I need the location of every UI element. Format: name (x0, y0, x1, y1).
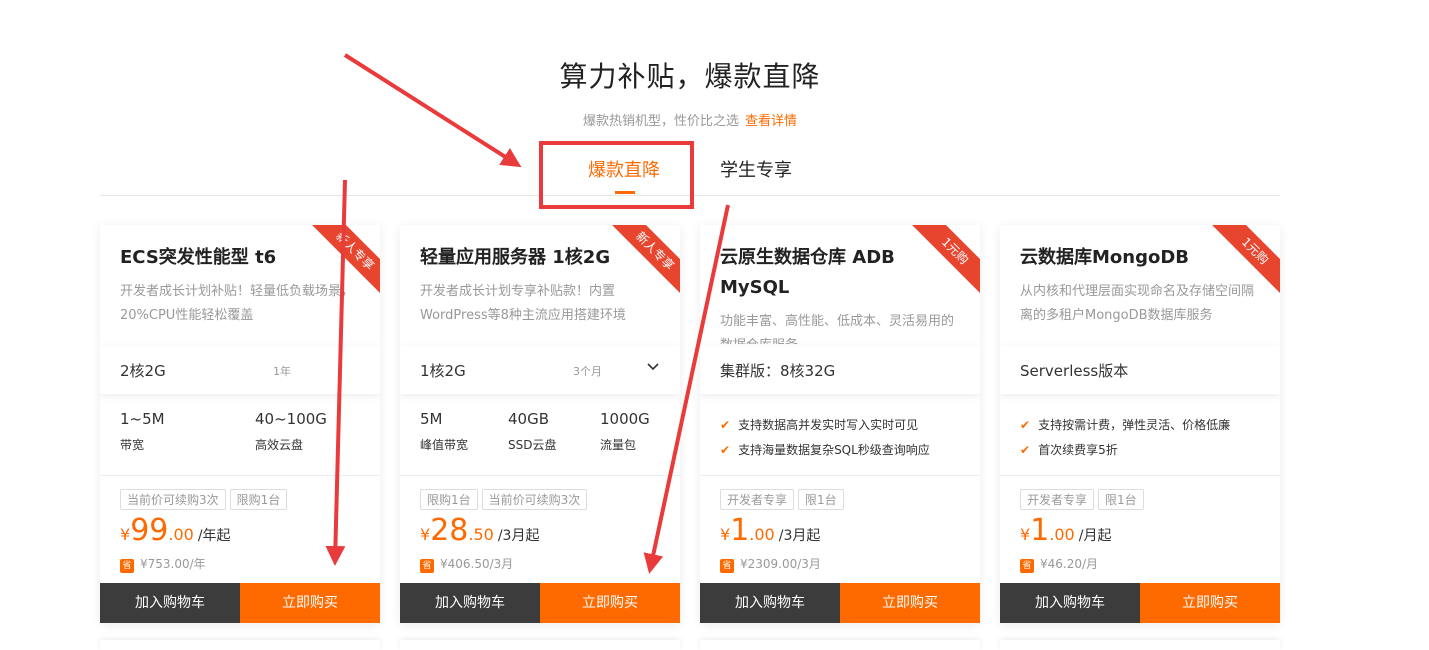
feature-bandwidth: 1~5M 带宽 (120, 410, 165, 452)
check-item: ✔ 首次续费享5折 (1020, 443, 1118, 457)
product-description: 开发者成长计划专享补贴款！内置WordPress等8种主流应用搭建环境 (420, 284, 626, 323)
checkmark-icon: ✔ (720, 443, 731, 457)
spec-selector[interactable]: 集群版：8核32G (700, 346, 980, 394)
product-name: 轻量应用服务器 1核2G (420, 247, 611, 268)
tag-list: 开发者专享 限1台 (720, 489, 848, 510)
tag-list: 限购1台 当前价可续购3次 (420, 489, 591, 510)
product-card-lightweight-server: 新人专享 轻量应用服务器 1核2G 开发者成长计划专享补贴款！内置WordPre… (400, 225, 680, 623)
divider (100, 475, 380, 476)
product-name: 云原生数据仓库 ADB MySQL (720, 247, 895, 298)
product-card-mongodb: 1元购 云数据库MongoDB 从内核和代理层面实现命名及存储空间隔离的多租户M… (1000, 225, 1280, 623)
spec-value: 集群版：8核32G (720, 362, 836, 380)
page-title: 算力补贴，爆款直降 (559, 60, 821, 93)
checkmark-icon: ✔ (1020, 418, 1031, 432)
price: ¥1.00/月起 (1020, 513, 1112, 548)
duration-value: 3个月 (573, 365, 602, 378)
checkmark-icon: ✔ (1020, 443, 1031, 457)
tab-student[interactable]: 学生专享 (720, 156, 792, 182)
tag: 限购1台 (420, 489, 478, 510)
add-to-cart-button[interactable]: 加入购物车 (400, 583, 540, 623)
buy-now-button[interactable]: 立即购买 (240, 583, 380, 623)
chevron-down-icon[interactable] (646, 358, 660, 377)
divider (700, 475, 980, 476)
check-item: ✔ 支持按需计费，弹性灵活、价格低廉 (1020, 418, 1231, 432)
buy-now-button[interactable]: 立即购买 (540, 583, 680, 623)
product-card-ecs-t6: 新人专享 ECS突发性能型 t6 开发者成长计划补贴！轻量低负载场景，20%CP… (100, 225, 380, 623)
save-badge: 省 (720, 559, 734, 573)
divider (400, 475, 680, 476)
page-subtitle: 爆款热销机型，性价比之选 查看详情 (0, 110, 1380, 129)
buy-now-button[interactable]: 立即购买 (840, 583, 980, 623)
save-badge: 省 (420, 559, 434, 573)
spec-value: Serverless版本 (1020, 362, 1129, 380)
tag: 限购1台 (229, 489, 288, 510)
tag: 当前价可续购3次 (481, 489, 588, 510)
spec-selector[interactable]: Serverless版本 (1000, 346, 1280, 394)
spec-selector[interactable]: 1核2G 3个月 (400, 346, 680, 394)
add-to-cart-button[interactable]: 加入购物车 (700, 583, 840, 623)
next-row-card (700, 640, 980, 650)
feature-bandwidth: 5M 峰值带宽 (420, 410, 469, 452)
feature-checklist: ✔ 支持按需计费，弹性灵活、价格低廉 ✔ 首次续费享5折 (1020, 413, 1230, 463)
next-row-card (400, 640, 680, 650)
check-item: ✔ 支持海量数据复杂SQL秒级查询响应 (720, 443, 930, 457)
tag: 当前价可续购3次 (120, 489, 226, 510)
price: ¥99.00/年起 (120, 513, 231, 548)
product-name: ECS突发性能型 t6 (120, 247, 277, 268)
original-price: 省 ¥753.00/年 (120, 555, 206, 573)
check-item: ✔ 支持数据高并发实时写入实时可见 (720, 418, 919, 432)
tag-list: 当前价可续购3次 限购1台 (120, 489, 291, 510)
price: ¥1.00/3月起 (720, 513, 821, 548)
product-name: 云数据库MongoDB (1020, 247, 1190, 268)
spec-value: 1核2G (420, 362, 466, 380)
buy-now-button[interactable]: 立即购买 (1140, 583, 1280, 623)
product-description: 开发者成长计划补贴！轻量低负载场景，20%CPU性能轻松覆盖 (120, 284, 355, 323)
next-row-card (1000, 640, 1280, 650)
product-description: 功能丰富、高性能、低成本、灵活易用的数据仓库服务 (720, 314, 955, 344)
tag: 开发者专享 (1020, 489, 1095, 510)
original-price: 省 ¥406.50/3月 (420, 555, 513, 573)
add-to-cart-button[interactable]: 加入购物车 (1000, 583, 1140, 623)
view-details-link[interactable]: 查看详情 (745, 114, 797, 129)
duration-value: 1年 (273, 365, 291, 378)
add-to-cart-button[interactable]: 加入购物车 (100, 583, 240, 623)
original-price: 省 ¥46.20/月 (1020, 555, 1098, 573)
feature-traffic: 1000G 流量包 (600, 410, 650, 452)
tag-list: 开发者专享 限1台 (1020, 489, 1148, 510)
tag: 开发者专享 (720, 489, 795, 510)
original-price: 省 ¥2309.00/3月 (720, 555, 821, 573)
feature-checklist: ✔ 支持数据高并发实时写入实时可见 ✔ 支持海量数据复杂SQL秒级查询响应 (720, 413, 930, 463)
feature-disk: 40GB SSD云盘 (508, 410, 557, 452)
checkmark-icon: ✔ (720, 418, 731, 432)
save-badge: 省 (120, 559, 134, 573)
spec-value: 2核2G (120, 362, 166, 380)
annotation-highlight-box (539, 141, 694, 209)
divider (1000, 475, 1280, 476)
product-description: 从内核和代理层面实现命名及存储空间隔离的多租户MongoDB数据库服务 (1020, 284, 1255, 323)
subtitle-text: 爆款热销机型，性价比之选 (582, 114, 739, 129)
save-badge: 省 (1020, 559, 1034, 573)
feature-disk: 40~100G 高效云盘 (255, 410, 327, 452)
product-card-adb-mysql: 1元购 云原生数据仓库 ADB MySQL 功能丰富、高性能、低成本、灵活易用的… (700, 225, 980, 623)
next-row-card (100, 640, 380, 650)
price: ¥28.50/3月起 (420, 513, 540, 548)
spec-selector[interactable]: 2核2G 1年 (100, 346, 380, 394)
tag: 限1台 (798, 489, 844, 510)
tag: 限1台 (1098, 489, 1144, 510)
